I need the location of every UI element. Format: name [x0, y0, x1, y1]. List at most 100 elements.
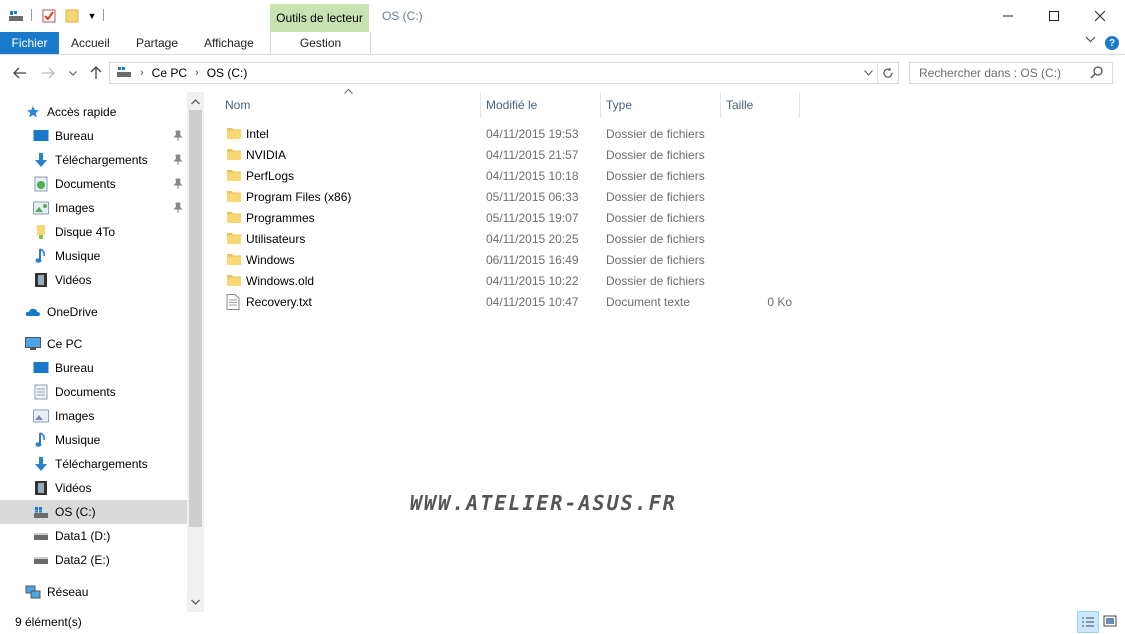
sidebar-item-pc-videos[interactable]: Vidéos — [33, 476, 91, 500]
forward-arrow-icon[interactable] — [38, 63, 58, 83]
file-row[interactable]: Windows.old 04/11/2015 10:22 Dossier de fi… — [220, 270, 820, 291]
column-header-size[interactable]: Taille — [726, 92, 753, 118]
pin-icon[interactable] — [173, 154, 183, 166]
drive-icon — [33, 552, 49, 568]
properties-icon[interactable] — [41, 8, 57, 24]
sidebar-item-label: Bureau — [55, 129, 94, 143]
file-name: Programmes — [246, 211, 315, 225]
column-divider[interactable] — [600, 92, 601, 118]
close-button[interactable] — [1077, 0, 1123, 32]
refresh-icon[interactable] — [877, 63, 898, 83]
file-type: Dossier de fichiers — [606, 274, 705, 288]
folder-icon — [226, 189, 242, 203]
documents-icon — [33, 384, 49, 400]
folder-icon — [226, 252, 242, 266]
file-modified: 04/11/2015 10:47 — [486, 295, 579, 309]
file-row[interactable]: Intel 04/11/2015 19:53 Dossier de fichiers — [220, 123, 820, 144]
tab-partage[interactable]: Partage — [136, 32, 178, 54]
windows-drive-icon — [33, 504, 49, 520]
file-row[interactable]: PerfLogs 04/11/2015 10:18 Dossier de fichi… — [220, 165, 820, 186]
pin-icon[interactable] — [173, 130, 183, 142]
sidebar-item-pc-images[interactable]: Images — [33, 404, 94, 428]
file-name: Recovery.txt — [246, 295, 312, 309]
file-row[interactable]: Windows 06/11/2015 16:49 Dossier de fichie… — [220, 249, 820, 270]
file-row[interactable]: Programmes 05/11/2015 19:07 Dossier de fic… — [220, 207, 820, 228]
sidebar-item-images[interactable]: Images — [33, 196, 94, 220]
file-type: Dossier de fichiers — [606, 190, 705, 204]
sidebar-item-label: Vidéos — [55, 481, 92, 495]
sidebar-item-data1-d[interactable]: Data1 (D:) — [33, 524, 110, 548]
sidebar-item-pc-documents[interactable]: Documents — [33, 380, 116, 404]
new-folder-icon[interactable] — [64, 8, 80, 24]
sidebar-item-pc-telechargements[interactable]: Téléchargements — [33, 452, 148, 476]
chevron-right-icon[interactable]: › — [195, 67, 199, 79]
sidebar-item-label: Vidéos — [55, 273, 92, 287]
customize-qat-icon[interactable]: ▼ — [84, 8, 100, 24]
sidebar-item-telechargements[interactable]: Téléchargements — [33, 148, 148, 172]
sidebar-item-label: Data1 (D:) — [55, 529, 111, 543]
file-row[interactable]: Program Files (x86) 05/11/2015 06:33 Dossi… — [220, 186, 820, 207]
star-icon — [25, 104, 41, 120]
column-header-modified[interactable]: Modifié le — [486, 92, 537, 118]
file-name: PerfLogs — [246, 169, 295, 183]
pin-icon[interactable] — [173, 178, 183, 190]
sidebar-item-label: Data2 (E:) — [55, 553, 110, 567]
usb-drive-icon — [33, 224, 49, 240]
breadcrumb-os-c[interactable]: OS (C:) — [207, 66, 248, 80]
sidebar-item-onedrive[interactable]: OneDrive — [25, 300, 98, 324]
sidebar-item-label: Musique — [55, 249, 101, 263]
column-divider[interactable] — [720, 92, 721, 118]
sidebar-item-acces-rapide[interactable]: Accès rapide — [25, 100, 116, 124]
tab-gestion[interactable]: Gestion — [270, 32, 371, 54]
file-type: Dossier de fichiers — [606, 211, 705, 225]
back-arrow-icon[interactable] — [10, 63, 30, 83]
sidebar-item-label: OneDrive — [47, 305, 98, 319]
up-arrow-icon[interactable] — [86, 63, 106, 83]
scroll-down-icon[interactable] — [187, 594, 204, 610]
sidebar-item-pc-musique[interactable]: Musique — [33, 428, 100, 452]
sidebar-item-ce-pc[interactable]: Ce PC — [25, 332, 82, 356]
column-divider[interactable] — [480, 92, 481, 118]
file-name: Windows — [246, 253, 295, 267]
folder-icon — [226, 168, 242, 182]
sidebar-item-disque-4to[interactable]: Disque 4To — [33, 220, 115, 244]
sidebar-item-videos[interactable]: Vidéos — [33, 268, 91, 292]
help-icon[interactable]: ? — [1105, 36, 1119, 50]
search-icon[interactable] — [1090, 65, 1104, 79]
sidebar-item-musique[interactable]: Musique — [33, 244, 100, 268]
file-row[interactable]: Recovery.txt 04/11/2015 10:47 Document tex… — [220, 291, 820, 312]
sidebar-item-label: Images — [55, 409, 95, 423]
sidebar-item-bureau[interactable]: Bureau — [33, 124, 94, 148]
recent-locations-icon[interactable] — [63, 63, 83, 83]
file-row[interactable]: NVIDIA 04/11/2015 21:57 Dossier de fichier… — [220, 144, 820, 165]
column-header-name[interactable]: Nom — [225, 92, 250, 118]
address-dropdown-icon[interactable] — [858, 63, 878, 83]
sidebar-item-os-c[interactable]: OS (C:) — [33, 500, 96, 524]
sidebar-item-label: Musique — [55, 433, 101, 447]
maximize-button[interactable] — [1031, 0, 1077, 32]
breadcrumb-ce-pc[interactable]: Ce PC — [152, 66, 187, 80]
sidebar-scrollbar-thumb[interactable] — [189, 110, 202, 527]
file-size: 0 Ko — [767, 295, 792, 309]
column-header-type[interactable]: Type — [606, 92, 632, 118]
column-divider[interactable] — [799, 92, 800, 118]
sidebar-item-reseau[interactable]: Réseau — [25, 580, 88, 604]
sidebar-item-documents[interactable]: Documents — [33, 172, 116, 196]
sidebar-item-data2-e[interactable]: Data2 (E:) — [33, 548, 110, 572]
sidebar-item-label: Ce PC — [47, 337, 83, 351]
sort-ascending-icon — [344, 86, 353, 96]
large-icons-view-button[interactable] — [1100, 611, 1120, 631]
chevron-down-icon[interactable] — [1085, 34, 1096, 46]
details-view-button[interactable] — [1077, 611, 1099, 633]
tab-affichage[interactable]: Affichage — [204, 32, 254, 54]
file-tab[interactable]: Fichier — [0, 32, 59, 54]
tab-accueil[interactable]: Accueil — [71, 32, 110, 54]
network-icon — [25, 584, 41, 600]
sidebar-item-pc-bureau[interactable]: Bureau — [33, 356, 94, 380]
chevron-right-icon[interactable]: › — [140, 67, 144, 79]
scroll-up-icon[interactable] — [187, 94, 204, 110]
pin-icon[interactable] — [173, 202, 183, 214]
file-row[interactable]: Utilisateurs 04/11/2015 20:25 Dossier de f… — [220, 228, 820, 249]
minimize-button[interactable] — [985, 0, 1031, 32]
drive-icon[interactable] — [8, 8, 24, 24]
